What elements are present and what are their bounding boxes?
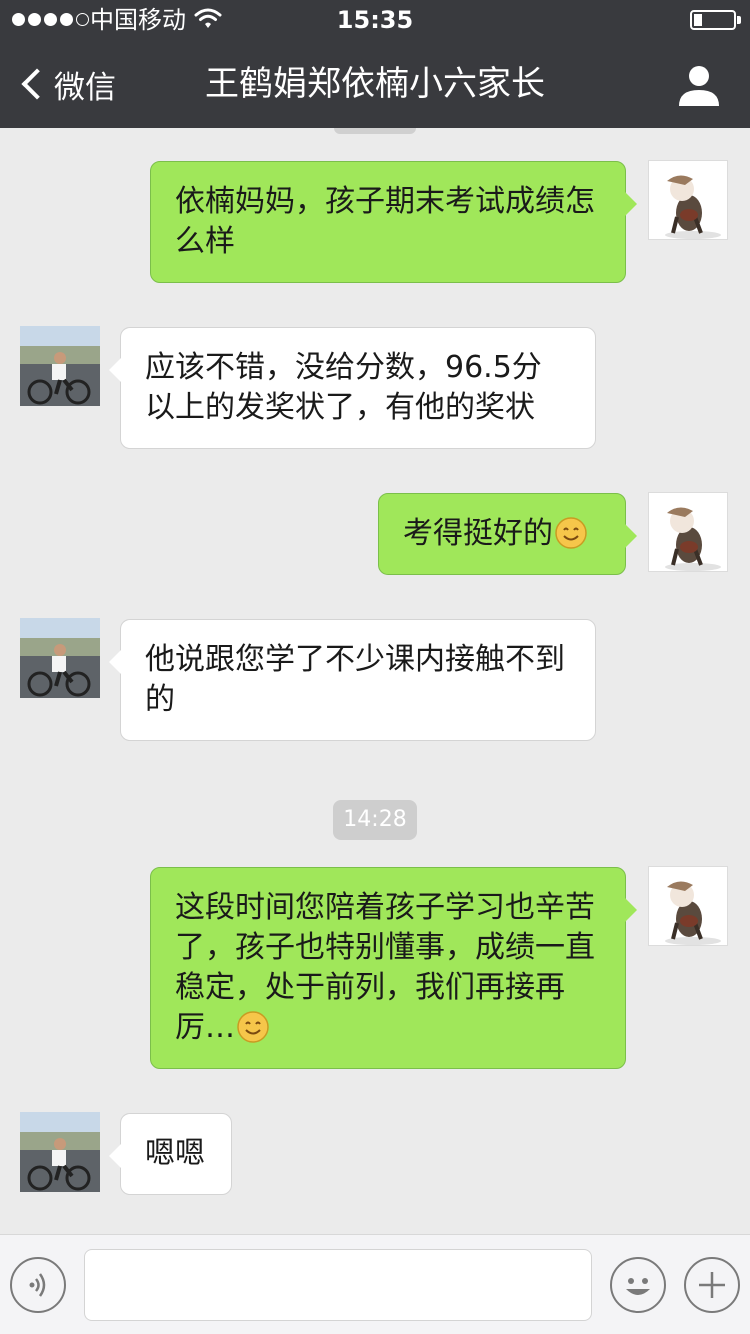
message-bubble-sent[interactable]: 依楠妈妈，孩子期末考试成绩怎么样 <box>150 161 637 283</box>
smiley-icon <box>626 1278 650 1295</box>
cartoon-character-avatar-image <box>665 175 721 239</box>
my-avatar[interactable] <box>648 866 728 946</box>
chevron-left-icon <box>21 68 53 100</box>
cyclist-photo-avatar-image <box>20 618 100 698</box>
message-text: 他说跟您学了不少课内接触不到的 <box>145 642 565 717</box>
status-bar: 中国移动 15:35 <box>0 0 750 40</box>
scroll-tab <box>334 128 416 134</box>
message-bubble-received[interactable]: 他说跟您学了不少课内接触不到的 <box>109 619 596 741</box>
cartoon-character-avatar-image <box>665 507 721 571</box>
input-bar <box>0 1234 750 1334</box>
my-avatar[interactable] <box>648 160 728 240</box>
contact-avatar[interactable] <box>20 618 100 698</box>
voice-icon <box>29 1273 46 1297</box>
top-bar: 中国移动 15:35 微信 王鹤娟郑依楠小六家长 <box>0 0 750 128</box>
message-text: 嗯嗯 <box>145 1136 205 1171</box>
message-text: 考得挺好的 <box>403 516 553 551</box>
time-divider: 14:28 <box>333 800 417 840</box>
contact-avatar[interactable] <box>20 1112 100 1192</box>
cyclist-photo-avatar-image <box>20 326 100 406</box>
chat-area[interactable]: 依楠妈妈，孩子期末考试成绩怎么样 应该不错，没给分数，96.5分以上的发奖状了，… <box>0 128 750 1234</box>
nav-bar: 微信 王鹤娟郑依楠小六家长 <box>0 40 750 128</box>
back-button[interactable]: 微信 <box>16 60 116 108</box>
person-icon[interactable] <box>676 62 722 108</box>
smile-emoji-icon <box>555 517 587 549</box>
message-bubble-sent[interactable]: 考得挺好的 <box>378 493 637 575</box>
chat-title: 王鹤娟郑依楠小六家长 <box>205 64 545 104</box>
message-bubble-received[interactable]: 嗯嗯 <box>109 1113 232 1195</box>
my-avatar[interactable] <box>648 492 728 572</box>
contact-avatar[interactable] <box>20 326 100 406</box>
message-bubble-received[interactable]: 应该不错，没给分数，96.5分以上的发奖状了，有他的奖状 <box>109 327 596 449</box>
cartoon-character-avatar-image <box>665 881 721 945</box>
message-input[interactable] <box>84 1249 592 1321</box>
voice-button[interactable] <box>10 1257 66 1313</box>
battery-nub <box>737 16 741 24</box>
smile-emoji-icon <box>237 1011 269 1043</box>
cyclist-photo-avatar-image <box>20 1112 100 1192</box>
message-bubble-sent[interactable]: 这段时间您陪着孩子学习也辛苦了，孩子也特别懂事，成绩一直稳定，处于前列，我们再接… <box>150 867 637 1069</box>
status-time: 15:35 <box>336 6 414 34</box>
emoji-button[interactable] <box>610 1257 666 1313</box>
plus-icon <box>699 1272 725 1298</box>
battery-icon <box>690 10 736 30</box>
more-button[interactable] <box>684 1257 740 1313</box>
message-text: 依楠妈妈，孩子期末考试成绩怎么样 <box>175 184 595 259</box>
message-text: 应该不错，没给分数，96.5分以上的发奖状了，有他的奖状 <box>145 350 542 425</box>
back-label: 微信 <box>54 69 116 106</box>
